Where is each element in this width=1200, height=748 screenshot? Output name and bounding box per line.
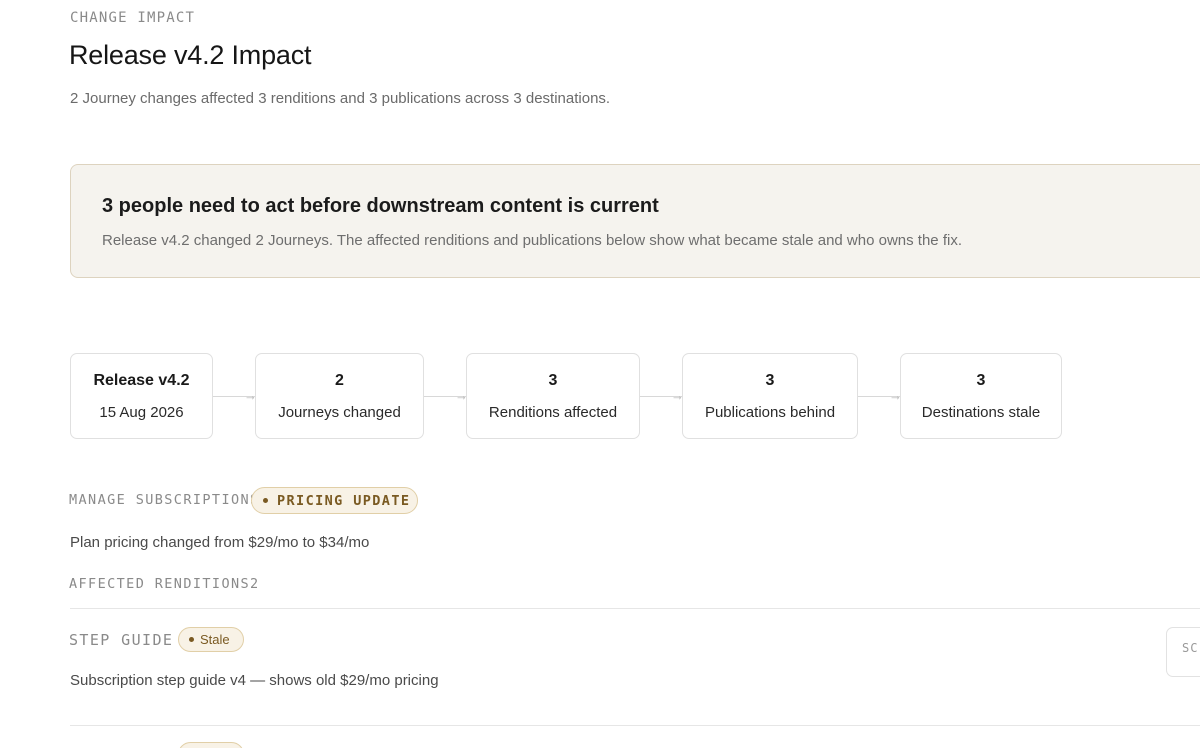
affected-renditions-label: AFFECTED RENDITIONS (69, 576, 251, 592)
flow-card-destinations[interactable]: 3 Destinations stale (900, 353, 1062, 439)
callout-heading: 3 people need to act before downstream c… (102, 195, 659, 217)
rendition-type: STEP GUIDE (69, 631, 174, 649)
flow-card-label: 15 Aug 2026 (99, 404, 184, 421)
flow-card-value: 3 (765, 372, 775, 389)
affected-renditions-count: 2 (250, 576, 260, 592)
flow-card-journeys[interactable]: 2 Journeys changed (255, 353, 424, 439)
journey-name: MANAGE SUBSCRIPTIONS (69, 492, 260, 508)
pricing-update-badge: PRICING UPDATE (251, 487, 418, 514)
action-callout: 3 people need to act before downstream c… (70, 164, 1200, 278)
flow-arrow: → (424, 388, 468, 403)
rendition-action-button[interactable]: SC (1166, 627, 1200, 677)
flow-card-label: Renditions affected (488, 404, 618, 421)
flow-card-label: Publications behind (704, 404, 836, 421)
affected-renditions-heading: AFFECTED RENDITIONS2 (69, 576, 260, 592)
flow-arrow: → (213, 388, 257, 403)
flow-arrow: → (858, 388, 902, 403)
status-dot-icon (263, 498, 268, 503)
badge-label: Stale (200, 632, 230, 647)
flow-card-renditions[interactable]: 3 Renditions affected (466, 353, 640, 439)
flow-card-publications[interactable]: 3 Publications behind (682, 353, 858, 439)
flow-arrow: → (640, 388, 684, 403)
divider (70, 608, 1200, 609)
flow-card-label: Journeys changed (278, 404, 401, 421)
flow-card-value: 3 (548, 372, 558, 389)
flow-card-label: Destinations stale (921, 404, 1041, 421)
change-impact-page: CHANGE IMPACT Release v4.2 Impact 2 Jour… (0, 0, 1200, 748)
page-eyebrow: CHANGE IMPACT (70, 10, 196, 26)
journey-change-text: Plan pricing changed from $29/mo to $34/… (70, 534, 370, 551)
status-dot-icon (189, 637, 194, 642)
stale-badge: Stale (178, 627, 244, 652)
next-row-badge (178, 742, 244, 748)
flow-card-value: 3 (976, 372, 986, 389)
flow-card-value: 2 (335, 372, 344, 389)
rendition-description: Subscription step guide v4 — shows old $… (70, 672, 439, 689)
page-title: Release v4.2 Impact (69, 40, 312, 70)
flow-card-release[interactable]: Release v4.2 15 Aug 2026 (70, 353, 213, 439)
callout-body: Release v4.2 changed 2 Journeys. The aff… (102, 232, 962, 249)
divider (70, 725, 1200, 726)
page-subtitle: 2 Journey changes affected 3 renditions … (70, 90, 611, 107)
flow-card-value: Release v4.2 (93, 372, 190, 389)
badge-label: PRICING UPDATE (277, 492, 411, 509)
